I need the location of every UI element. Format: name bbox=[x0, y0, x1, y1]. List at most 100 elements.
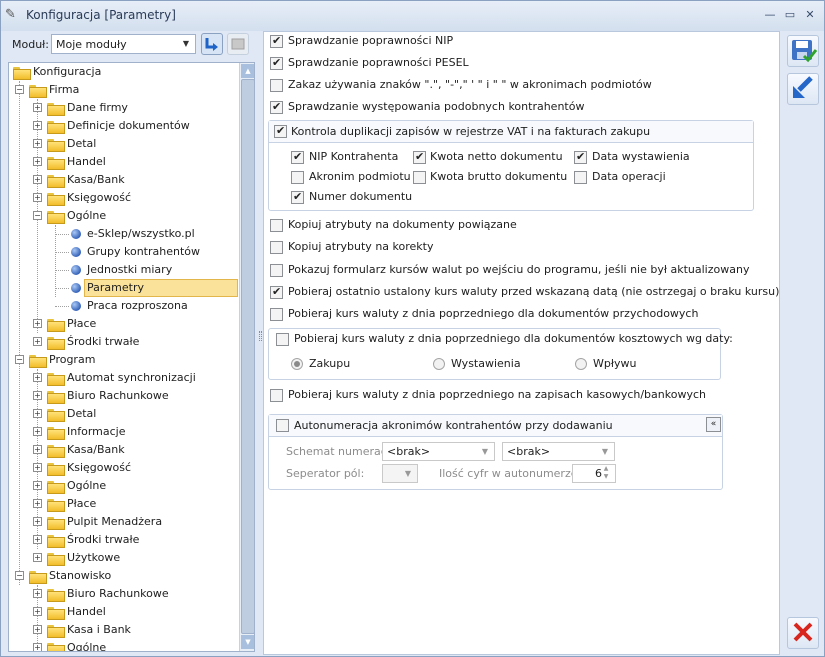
chevron-down-icon[interactable]: ▼ bbox=[598, 443, 612, 461]
schemat-select-2[interactable]: <brak> ▼ bbox=[502, 442, 615, 461]
folder-icon bbox=[47, 535, 65, 548]
folder-icon bbox=[47, 625, 65, 638]
schemat-label: Schemat numeracji: bbox=[286, 445, 397, 458]
expand-icon[interactable]: + bbox=[33, 373, 42, 382]
nip-checkbox[interactable] bbox=[270, 34, 283, 48]
expand-icon[interactable]: + bbox=[33, 103, 42, 112]
maximize-icon[interactable]: ▭ bbox=[781, 7, 799, 23]
chevron-down-icon[interactable]: ▼ bbox=[179, 35, 193, 53]
collapse-icon[interactable]: − bbox=[15, 355, 24, 364]
data-wystawienia-checkbox[interactable] bbox=[574, 150, 587, 164]
kurs-kasowe-checkbox[interactable] bbox=[270, 389, 283, 402]
expand-icon[interactable]: + bbox=[33, 391, 42, 400]
expand-icon[interactable]: + bbox=[33, 445, 42, 454]
kurs-kosztowe-label: Pobieraj kurs waluty z dnia poprzedniego… bbox=[294, 332, 733, 345]
expand-icon[interactable]: + bbox=[33, 175, 42, 184]
config-tree[interactable]: Konfiguracja − Firma + Dane firmy + Defini… bbox=[8, 62, 255, 652]
tree-node-label: Program bbox=[49, 353, 96, 366]
spin-icon[interactable]: ▲ ▼ bbox=[599, 465, 613, 483]
expand-icon[interactable]: + bbox=[33, 625, 42, 634]
expand-icon[interactable]: + bbox=[33, 589, 42, 598]
tree-scrollbar[interactable]: ▲ ▼ bbox=[239, 63, 254, 651]
properties-button[interactable] bbox=[227, 33, 249, 55]
expand-icon[interactable]: + bbox=[33, 427, 42, 436]
expand-icon[interactable]: + bbox=[33, 193, 42, 202]
autonumeracja-checkbox[interactable] bbox=[276, 419, 289, 432]
expand-icon[interactable]: + bbox=[33, 409, 42, 418]
folder-open-icon bbox=[29, 571, 47, 584]
kwota-netto-checkbox[interactable] bbox=[413, 150, 426, 164]
save-button[interactable] bbox=[787, 35, 819, 67]
folder-icon bbox=[47, 463, 65, 476]
numer-dokumentu-label: Numer dokumentu bbox=[309, 190, 413, 203]
refresh-button[interactable] bbox=[201, 33, 223, 55]
formularz-kursow-label: Pokazuj formularz kursów walut po wejści… bbox=[288, 263, 750, 276]
kurs-przychodowe-checkbox[interactable] bbox=[270, 308, 283, 321]
scroll-down-icon[interactable]: ▼ bbox=[241, 635, 254, 649]
setting-icon bbox=[71, 265, 81, 275]
undo-button[interactable] bbox=[787, 73, 819, 105]
separator-select[interactable]: ▼ bbox=[382, 464, 418, 483]
collapse-icon[interactable]: − bbox=[33, 211, 42, 220]
znaki-label: Zakaz używania znaków ".", "-"," ' " i "… bbox=[288, 78, 652, 91]
tree-item-label: Automat synchronizacji bbox=[67, 371, 196, 384]
scroll-thumb[interactable] bbox=[241, 79, 254, 634]
expand-icon[interactable]: + bbox=[33, 139, 42, 148]
collapse-icon[interactable]: − bbox=[15, 85, 24, 94]
tree-item-label: Handel bbox=[67, 605, 106, 618]
data-operacji-checkbox[interactable] bbox=[574, 171, 587, 184]
formularz-kursow-checkbox[interactable] bbox=[270, 264, 283, 277]
duplikacja-label: Kontrola duplikacji zapisów w rejestrze … bbox=[291, 125, 651, 138]
radio-wplywu[interactable] bbox=[575, 358, 587, 370]
data-operacji-label: Data operacji bbox=[592, 170, 666, 183]
expand-icon[interactable]: + bbox=[33, 643, 42, 651]
atrybuty-korekty-checkbox[interactable] bbox=[270, 241, 283, 254]
collapse-section-icon[interactable]: « bbox=[706, 417, 721, 432]
tree-item-label: Detal bbox=[67, 137, 97, 150]
expand-icon[interactable]: + bbox=[33, 463, 42, 472]
expand-icon[interactable]: + bbox=[33, 553, 42, 562]
tree-node-label: Firma bbox=[49, 83, 80, 96]
collapse-icon[interactable]: − bbox=[15, 571, 24, 580]
close-icon[interactable]: ✕ bbox=[801, 7, 819, 23]
folder-icon bbox=[47, 409, 65, 422]
chevron-down-icon[interactable]: ▼ bbox=[401, 465, 415, 483]
expand-icon[interactable]: + bbox=[33, 337, 42, 346]
schemat-select-1[interactable]: <brak> ▼ bbox=[382, 442, 495, 461]
ostatni-kurs-checkbox[interactable] bbox=[270, 285, 283, 299]
cancel-button[interactable] bbox=[787, 617, 819, 649]
scroll-up-icon[interactable]: ▲ bbox=[241, 64, 254, 78]
separator-label: Seperator pól: bbox=[286, 467, 365, 480]
expand-icon[interactable]: + bbox=[33, 157, 42, 166]
podobni-checkbox[interactable] bbox=[270, 100, 283, 114]
expand-icon[interactable]: + bbox=[33, 481, 42, 490]
kurs-kosztowe-checkbox[interactable] bbox=[276, 333, 289, 346]
expand-icon[interactable]: + bbox=[33, 121, 42, 130]
minimize-icon[interactable]: — bbox=[761, 7, 779, 23]
duplikacja-checkbox[interactable] bbox=[274, 124, 287, 138]
folder-icon bbox=[47, 373, 65, 386]
folder-icon bbox=[47, 481, 65, 494]
kwota-brutto-checkbox[interactable] bbox=[413, 171, 426, 184]
expand-icon[interactable]: + bbox=[33, 319, 42, 328]
radio-zakupu[interactable] bbox=[291, 358, 303, 370]
tree-item-label: Handel bbox=[67, 155, 106, 168]
module-select[interactable]: Moje moduły ▼ bbox=[51, 34, 196, 54]
numer-dokumentu-checkbox[interactable] bbox=[291, 190, 304, 204]
akronim-checkbox[interactable] bbox=[291, 171, 304, 184]
atrybuty-powiazane-checkbox[interactable] bbox=[270, 219, 283, 232]
ilosc-cyfr-stepper[interactable]: 6 ▲ ▼ bbox=[572, 464, 616, 483]
parameters-panel: Sprawdzanie poprawności NIP Sprawdzanie … bbox=[263, 31, 780, 655]
radio-wystawienia[interactable] bbox=[433, 358, 445, 370]
podobni-label: Sprawdzanie występowania podobnych kontr… bbox=[288, 100, 585, 113]
znaki-checkbox[interactable] bbox=[270, 79, 283, 92]
expand-icon[interactable]: + bbox=[33, 607, 42, 616]
pesel-checkbox[interactable] bbox=[270, 56, 283, 70]
folder-icon bbox=[47, 391, 65, 404]
chevron-down-icon[interactable]: ▼ bbox=[478, 443, 492, 461]
nip-kontrahenta-checkbox[interactable] bbox=[291, 150, 304, 164]
expand-icon[interactable]: + bbox=[33, 517, 42, 526]
expand-icon[interactable]: + bbox=[33, 535, 42, 544]
expand-icon[interactable]: + bbox=[33, 499, 42, 508]
nip-kontrahenta-label: NIP Kontrahenta bbox=[309, 150, 399, 163]
